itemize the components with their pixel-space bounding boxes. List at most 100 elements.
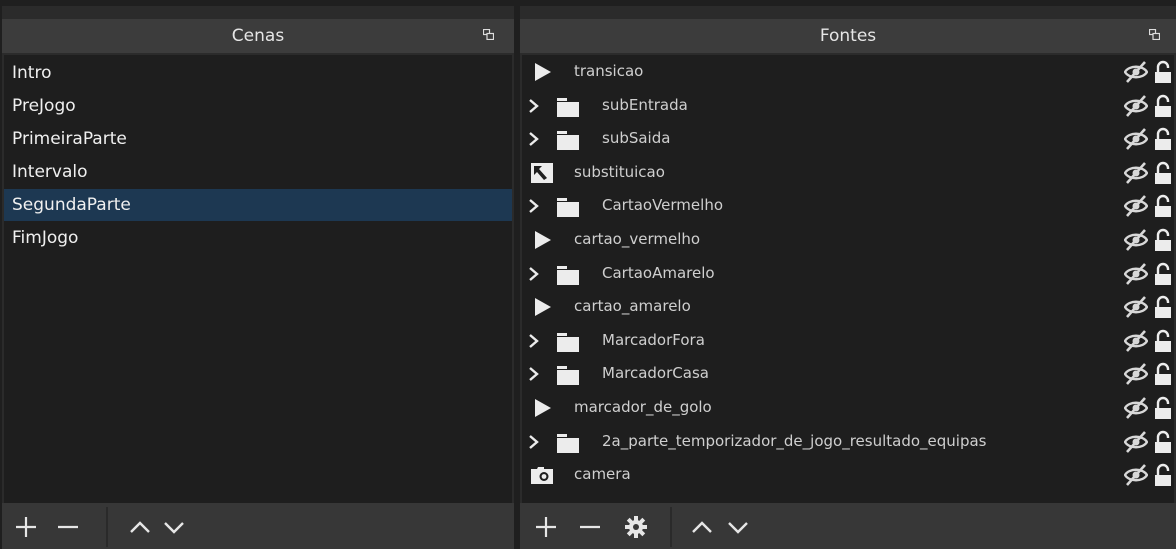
- move-up-icon: [130, 521, 150, 533]
- scene-item[interactable]: Intervalo: [4, 156, 512, 188]
- move-scene-down-button[interactable]: [160, 513, 188, 541]
- eye-hidden-icon[interactable]: [1124, 296, 1148, 319]
- move-source-down-button[interactable]: [724, 513, 752, 541]
- source-row[interactable]: transicao: [522, 55, 1174, 88]
- folder-icon: [557, 97, 579, 117]
- add-source-button[interactable]: [532, 513, 560, 541]
- eye-hidden-icon[interactable]: [1124, 262, 1148, 285]
- eye-hidden-icon[interactable]: [1124, 61, 1148, 83]
- undock-icon[interactable]: [483, 29, 494, 40]
- eye-hidden-icon[interactable]: [1124, 464, 1148, 487]
- scenes-dock: Cenas Intro PreJogo PrimeiraParte Intervalo…: [2, 6, 514, 549]
- eye-hidden-icon[interactable]: [1124, 128, 1148, 151]
- scene-item[interactable]: SegundaParte: [4, 189, 512, 221]
- move-down-icon: [728, 522, 748, 534]
- play-icon: [535, 63, 551, 81]
- unlock-icon[interactable]: [1154, 127, 1172, 151]
- unlock-icon[interactable]: [1154, 262, 1172, 286]
- move-up-icon: [692, 521, 712, 533]
- chevron-right-icon: [529, 333, 539, 348]
- source-row[interactable]: MarcadorFora: [522, 324, 1174, 357]
- chevron-right-icon: [529, 367, 539, 382]
- chevron-right-icon: [529, 199, 539, 214]
- source-row[interactable]: cartao_vermelho: [522, 223, 1174, 256]
- chevron-right-icon: [529, 132, 539, 147]
- unlock-icon[interactable]: [1154, 60, 1172, 84]
- source-name: 2a_parte_temporizador_de_jogo_resultado_…: [602, 431, 987, 450]
- source-name: substituicao: [574, 162, 665, 181]
- eye-hidden-icon[interactable]: [1124, 397, 1148, 419]
- source-name: subSaida: [602, 129, 671, 148]
- scenes-toolbar: [2, 503, 514, 549]
- source-row[interactable]: substituicao: [522, 156, 1174, 189]
- eye-hidden-icon[interactable]: [1124, 363, 1148, 386]
- unlock-icon[interactable]: [1154, 463, 1172, 487]
- unlock-icon[interactable]: [1154, 94, 1172, 118]
- add-icon: [536, 517, 556, 537]
- unlock-icon[interactable]: [1154, 329, 1172, 353]
- source-row[interactable]: 2a_parte_temporizador_de_jogo_resultado_…: [522, 425, 1174, 458]
- unlock-icon[interactable]: [1154, 396, 1172, 420]
- scene-item[interactable]: PreJogo: [4, 90, 512, 122]
- scenes-list[interactable]: Intro PreJogo PrimeiraParte Intervalo Segund…: [4, 55, 512, 503]
- source-name: MarcadorCasa: [602, 364, 709, 383]
- unlock-icon[interactable]: [1154, 295, 1172, 319]
- folder-icon: [557, 198, 579, 218]
- move-scene-up-button[interactable]: [126, 513, 154, 541]
- eye-hidden-icon[interactable]: [1124, 329, 1148, 352]
- source-name: CartaoVermelho: [602, 196, 724, 215]
- source-name: MarcadorFora: [602, 330, 705, 349]
- source-row[interactable]: subSaida: [522, 122, 1174, 155]
- source-name: subEntrada: [602, 95, 688, 114]
- eye-hidden-icon[interactable]: [1124, 229, 1148, 251]
- remove-source-button[interactable]: [576, 513, 604, 541]
- eye-hidden-icon[interactable]: [1124, 430, 1148, 453]
- source-row[interactable]: marcador_de_golo: [522, 391, 1174, 424]
- source-row[interactable]: subEntrada: [522, 89, 1174, 122]
- undock-icon[interactable]: [1149, 29, 1160, 40]
- unlock-icon[interactable]: [1154, 161, 1172, 185]
- scene-item[interactable]: PrimeiraParte: [4, 123, 512, 155]
- source-row[interactable]: CartaoVermelho: [522, 189, 1174, 222]
- unlock-icon[interactable]: [1154, 228, 1172, 252]
- source-properties-button[interactable]: [622, 513, 650, 541]
- play-icon: [535, 298, 551, 317]
- source-name: CartaoAmarelo: [602, 263, 715, 282]
- add-scene-button[interactable]: [12, 513, 40, 541]
- move-source-up-button[interactable]: [688, 513, 716, 541]
- folder-icon: [557, 332, 579, 352]
- sources-toolbar: [520, 503, 1176, 549]
- eye-hidden-icon[interactable]: [1124, 94, 1148, 117]
- sources-title: Fontes: [520, 19, 1176, 53]
- unlock-icon[interactable]: [1154, 194, 1172, 218]
- folder-icon: [557, 433, 579, 453]
- source-name: camera: [574, 465, 631, 484]
- scene-item[interactable]: Intro: [4, 57, 512, 89]
- source-row[interactable]: camera: [522, 458, 1174, 491]
- toolbar-separator: [106, 507, 108, 547]
- eye-hidden-icon[interactable]: [1124, 195, 1148, 218]
- source-name: cartao_amarelo: [574, 297, 691, 316]
- source-name: cartao_vermelho: [574, 230, 701, 248]
- source-row[interactable]: CartaoAmarelo: [522, 257, 1174, 290]
- move-down-icon: [164, 522, 184, 534]
- scenes-title: Cenas: [2, 19, 514, 53]
- scene-item[interactable]: FimJogo: [4, 222, 512, 254]
- source-name: transicao: [574, 62, 644, 80]
- eye-hidden-icon[interactable]: [1124, 161, 1148, 184]
- gear-icon: [625, 516, 647, 538]
- source-name: marcador_de_golo: [574, 398, 712, 416]
- unlock-icon[interactable]: [1154, 362, 1172, 386]
- remove-icon: [58, 525, 78, 529]
- chevron-right-icon: [529, 434, 539, 449]
- source-row[interactable]: cartao_amarelo: [522, 290, 1174, 323]
- camera-icon: [531, 467, 553, 485]
- source-row[interactable]: MarcadorCasa: [522, 357, 1174, 390]
- remove-scene-button[interactable]: [54, 513, 82, 541]
- unlock-icon[interactable]: [1154, 430, 1172, 454]
- chevron-right-icon: [529, 266, 539, 281]
- folder-icon: [557, 366, 579, 386]
- sources-list[interactable]: transicao subEntrada subSaida substituicao C…: [522, 55, 1174, 503]
- toolbar-separator: [670, 507, 672, 547]
- folder-icon: [557, 131, 579, 151]
